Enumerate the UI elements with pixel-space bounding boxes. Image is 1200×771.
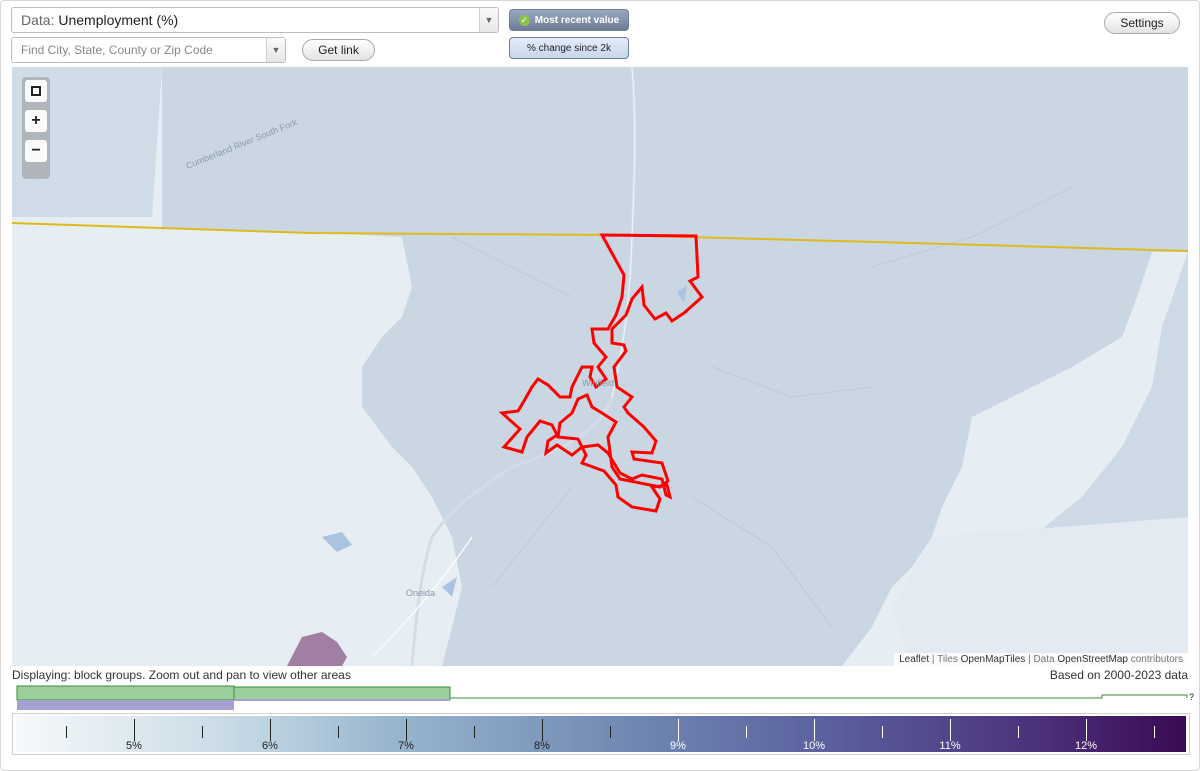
legend-tick [1018, 726, 1019, 738]
block-group-area[interactable] [892, 517, 1188, 666]
legend-label: 5% [126, 740, 142, 752]
leaflet-link[interactable]: Leaflet [899, 654, 929, 665]
minus-icon: − [31, 142, 41, 159]
data-prefix: Data [1033, 654, 1055, 665]
chevron-down-icon[interactable]: ▼ [266, 38, 285, 62]
legend-label: 11% [939, 740, 961, 752]
display-status: Displaying: block groups. Zoom out and p… [12, 668, 351, 682]
map-attribution: Leaflet | Tiles OpenMapTiles | Data Open… [894, 653, 1188, 666]
histogram-baseline [450, 694, 1188, 699]
legend-tick [202, 726, 203, 738]
openmaptiles-link[interactable]: OpenMapTiles [961, 654, 1026, 665]
most-recent-value-button[interactable]: ✓ Most recent value [509, 9, 629, 31]
color-legend: 5% 6% 7% 8% 9% 10% 11% 12% [12, 713, 1190, 755]
place-label-winfield: Winfield [582, 378, 615, 388]
legend-tick [746, 726, 747, 738]
search-input[interactable] [12, 38, 271, 62]
most-recent-value-label: Most recent value [534, 14, 620, 26]
plus-icon: + [31, 112, 41, 129]
legend-tick [814, 719, 815, 741]
legend-tick [474, 726, 475, 738]
location-search[interactable]: ▼ [11, 37, 286, 63]
zoom-in-button[interactable]: + [25, 110, 47, 132]
data-select-value: Unemployment (%) [58, 12, 179, 28]
percent-change-button[interactable]: % change since 2k [509, 37, 629, 59]
legend-tick [338, 726, 339, 738]
legend-gradient: 5% 6% 7% 8% 9% 10% 11% 12% [16, 716, 1186, 752]
histogram-unknown-marker: ? [1189, 692, 1194, 702]
legend-tick [610, 726, 611, 738]
legend-tick [1086, 719, 1087, 741]
chevron-down-icon[interactable]: ▼ [479, 8, 498, 32]
fullscreen-icon [31, 86, 41, 96]
legend-tick [542, 719, 543, 741]
legend-tick [950, 719, 951, 741]
legend-tick [406, 719, 407, 741]
legend-label: 7% [398, 740, 414, 752]
legend-tick [270, 719, 271, 741]
openstreetmap-link[interactable]: OpenStreetMap [1057, 654, 1128, 665]
fullscreen-button[interactable] [25, 80, 47, 102]
legend-label: 12% [1074, 740, 1098, 752]
zoom-controls: + − [22, 77, 50, 179]
data-select-label: Data: [21, 12, 55, 28]
legend-tick [678, 719, 679, 741]
histogram-bar [233, 686, 451, 701]
check-icon: ✓ [518, 14, 530, 26]
legend-label: 8% [534, 740, 550, 752]
map-canvas[interactable] [12, 67, 1188, 666]
place-label-oneida: Oneida [406, 588, 436, 598]
legend-label: 6% [262, 740, 278, 752]
zoom-out-button[interactable]: − [25, 140, 47, 162]
settings-button[interactable]: Settings [1104, 12, 1180, 34]
data-range-status: Based on 2000-2023 data [1049, 668, 1188, 682]
contributors-text: contributors [1130, 654, 1183, 665]
legend-tick [882, 726, 883, 738]
data-select[interactable]: Data: Unemployment (%) ▼ [11, 7, 499, 33]
legend-tick [134, 719, 135, 741]
legend-label: 10% [802, 740, 826, 752]
get-link-button[interactable]: Get link [302, 39, 375, 61]
histogram-bar [234, 699, 450, 701]
legend-tick [1154, 726, 1155, 738]
tiles-prefix: Tiles [937, 654, 958, 665]
value-histogram: ? [16, 685, 1194, 710]
map-view[interactable]: Cumberland River South Fork Winfield One… [12, 67, 1188, 666]
histogram-bar [17, 700, 234, 710]
legend-tick [66, 726, 67, 738]
histogram-bar [16, 685, 235, 701]
legend-label: 9% [670, 740, 686, 752]
